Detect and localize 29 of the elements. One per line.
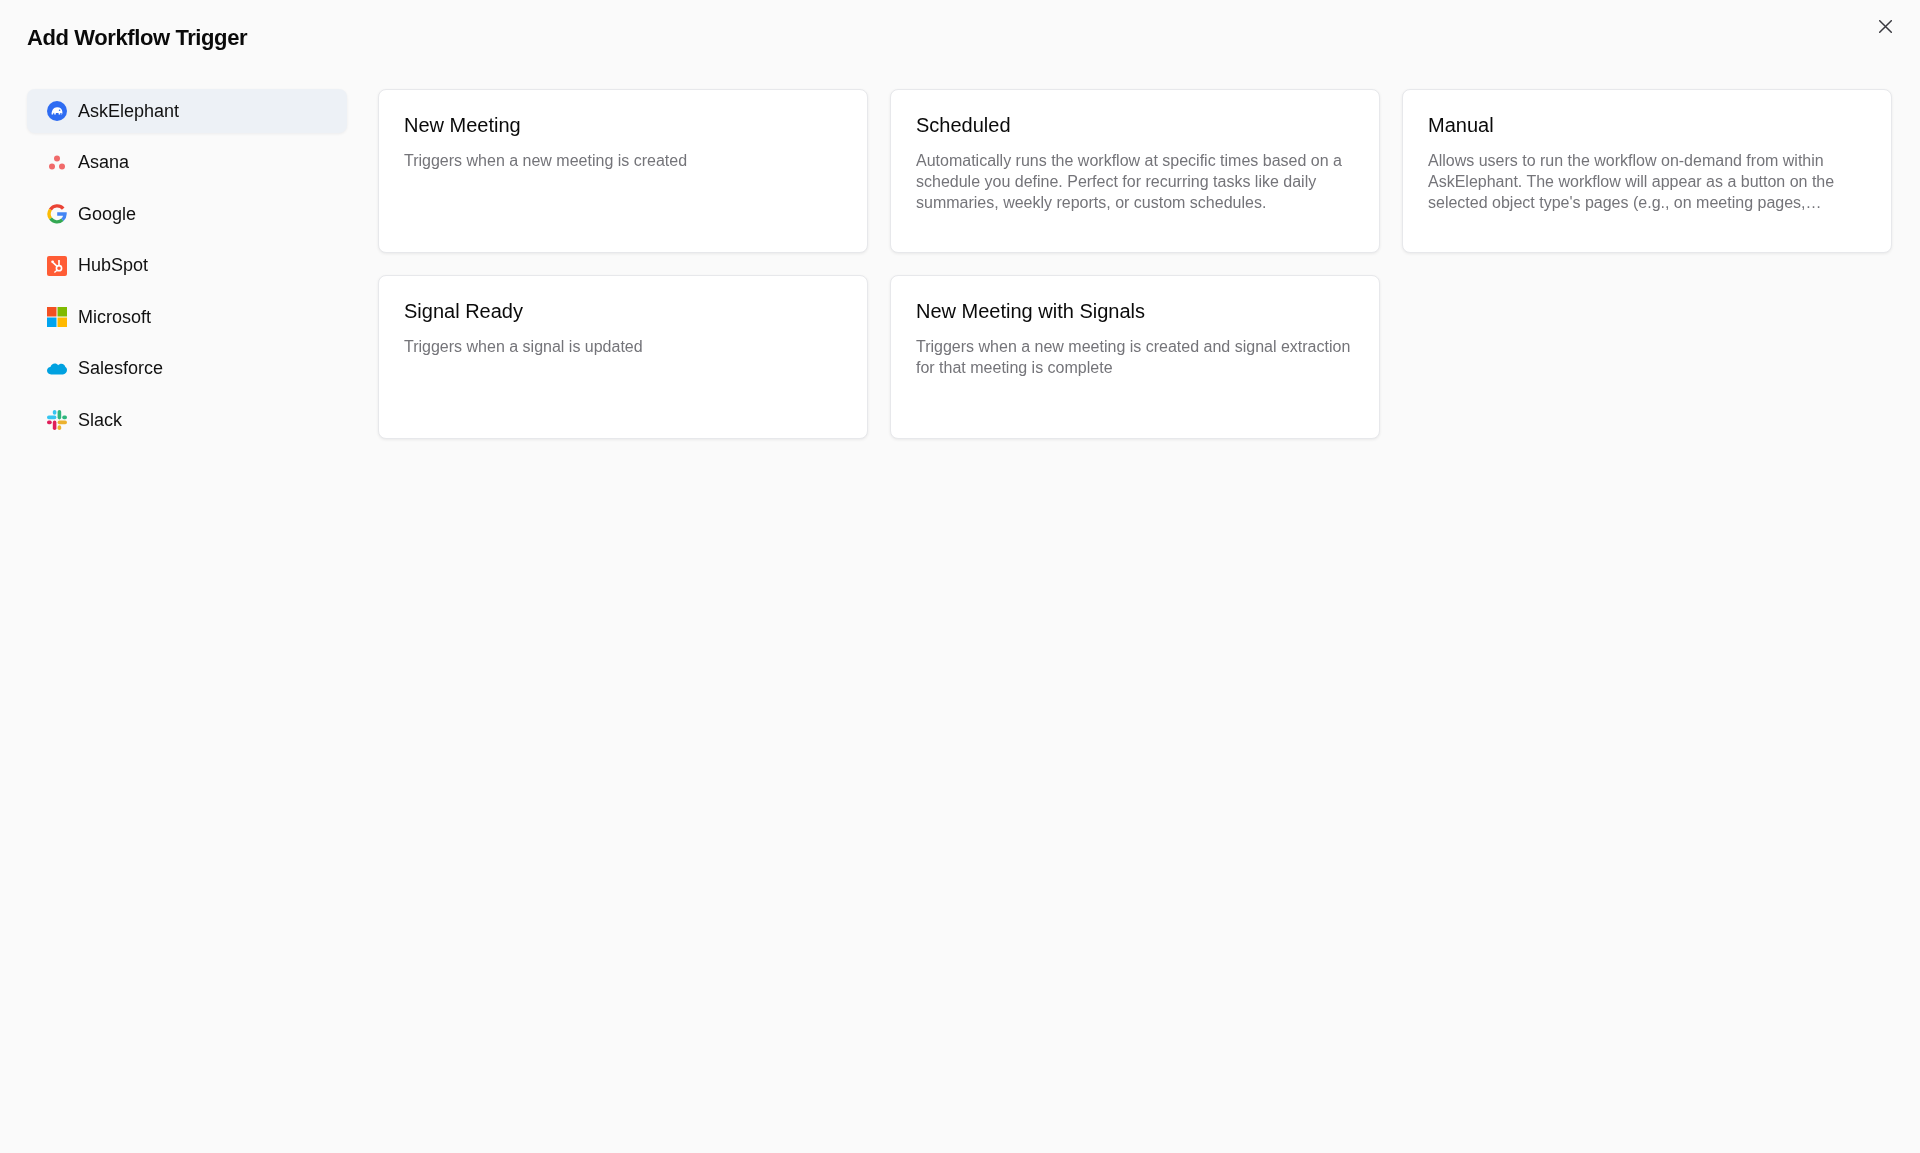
sidebar-item[interactable]: Slack — [27, 398, 347, 442]
g-logo-icon — [47, 204, 67, 224]
card-description: Triggers when a new meeting is created and signal extraction for that meeting is complete — [916, 337, 1352, 378]
card-description: Triggers when a new meeting is created — [404, 151, 689, 171]
sidebar-item[interactable]: AskElephant — [27, 89, 347, 133]
card-title: Manual — [1428, 113, 1495, 138]
elephant-icon — [47, 101, 67, 121]
card-title: New Meeting — [404, 113, 522, 138]
card-title: New Meeting with Signals — [916, 299, 1146, 324]
card-title: Signal Ready — [404, 299, 524, 324]
card-description: Automatically runs the workflow at specific times based on a schedule you define. Perfect for recurring tasks like daily summaries, weekly reports, or custom schedules. — [916, 151, 1343, 213]
trigger-card[interactable]: Manual Allows users to run the workflow on-demand from within AskElephant. The workflow will appear as a button on the selected object type's pages (e.g., on meeting pages,… — [1402, 89, 1892, 253]
dialog-title: Add Workflow Trigger — [27, 24, 248, 52]
sprocket-icon — [47, 255, 67, 276]
card-description: Triggers when a signal is updated — [404, 337, 644, 357]
sidebar-item[interactable]: Salesforce — [27, 346, 347, 391]
sidebar-item[interactable]: Google — [27, 192, 347, 236]
hash-icon — [47, 410, 67, 430]
card-title: Scheduled — [916, 113, 1012, 138]
trigger-card[interactable]: New Meeting with Signals Triggers when a new meeting is created and signal extraction for that meeting is complete — [890, 275, 1380, 439]
card-description: Allows users to run the workflow on-demand from within AskElephant. The workflow will appear as a button on the selected object type's pages (e.g., on meeting pages,… — [1428, 151, 1836, 213]
sidebar-item[interactable]: Asana — [27, 140, 347, 185]
sidebar-item[interactable]: Microsoft — [27, 295, 347, 339]
trigger-card[interactable]: New Meeting Triggers when a new meeting is created — [378, 89, 868, 253]
sidebar-item[interactable]: HubSpot — [27, 243, 347, 288]
close-icon — [1878, 19, 1892, 33]
trigger-card[interactable]: Signal Ready Triggers when a signal is updated — [378, 275, 868, 439]
four-squares-icon — [47, 307, 67, 327]
trigger-card[interactable]: Scheduled Automatically runs the workflow at specific times based on a schedule you define. Perfect for recurring tasks like daily summaries, weekly reports, or custom schedules. — [890, 89, 1380, 253]
